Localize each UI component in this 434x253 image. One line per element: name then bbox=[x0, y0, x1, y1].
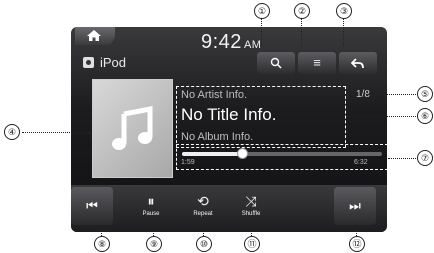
leader-4 bbox=[22, 132, 88, 133]
source-label: iPod bbox=[100, 55, 127, 70]
progress-knob[interactable] bbox=[237, 148, 248, 159]
home-button[interactable] bbox=[75, 27, 115, 45]
search-icon bbox=[270, 57, 282, 69]
callout-3: ③ bbox=[336, 3, 352, 19]
callout-11: ⑪ bbox=[244, 236, 260, 252]
source-indicator: iPod bbox=[83, 55, 126, 70]
previous-button[interactable]: ⏮ bbox=[71, 187, 113, 225]
leader-4-dot bbox=[88, 131, 91, 134]
pause-icon: ⏸ bbox=[147, 193, 155, 209]
back-button[interactable] bbox=[339, 52, 377, 74]
callout-4: ④ bbox=[4, 124, 20, 140]
album-art bbox=[92, 79, 173, 178]
title-info: No Title Info. bbox=[181, 105, 277, 124]
progress-bar[interactable] bbox=[182, 152, 382, 156]
callout-5: ⑤ bbox=[417, 86, 433, 102]
back-icon bbox=[350, 58, 364, 69]
repeat-button[interactable]: ⟲ Repeat bbox=[183, 193, 223, 217]
progress-fill bbox=[182, 152, 242, 156]
ipod-icon bbox=[83, 57, 94, 68]
artist-info: No Artist Info. bbox=[181, 89, 248, 101]
callout-12: ⑫ bbox=[349, 236, 365, 252]
callout-7: ⑦ bbox=[417, 150, 433, 166]
progress-highlight bbox=[176, 144, 387, 170]
callout-9: ⑨ bbox=[146, 236, 162, 252]
pause-button[interactable]: ⏸ Pause bbox=[131, 193, 171, 217]
callout-10: ⑩ bbox=[196, 236, 212, 252]
home-icon bbox=[87, 30, 101, 41]
callout-8: ⑧ bbox=[94, 236, 110, 252]
album-info: No Album Info. bbox=[181, 131, 254, 143]
total-time: 6:32 bbox=[354, 159, 368, 166]
music-note-icon bbox=[112, 106, 153, 150]
repeat-label: Repeat bbox=[193, 211, 213, 217]
leader-6 bbox=[346, 116, 418, 117]
next-icon: ⏭ bbox=[349, 198, 361, 213]
shuffle-label: Shuffle bbox=[241, 211, 261, 217]
leader-5 bbox=[368, 94, 416, 95]
callout-1: ① bbox=[254, 3, 270, 19]
callout-6: ⑥ bbox=[417, 108, 433, 124]
clock-time: 9:42 bbox=[201, 31, 242, 53]
menu-icon: ≡ bbox=[313, 55, 321, 70]
search-button[interactable] bbox=[257, 52, 295, 74]
shuffle-button[interactable]: ⤨ Shuffle bbox=[231, 193, 271, 217]
ipod-screen: 9:42 AM iPod ≡ No Artist Info. No Title I… bbox=[71, 27, 387, 232]
leader-2 bbox=[301, 18, 302, 46]
repeat-icon: ⟲ bbox=[197, 193, 209, 209]
next-button[interactable]: ⏭ bbox=[334, 187, 376, 225]
leader-1 bbox=[261, 18, 262, 46]
pause-label: Pause bbox=[142, 211, 160, 217]
elapsed-time: 1:59 bbox=[181, 159, 195, 166]
callout-2: ② bbox=[294, 3, 310, 19]
previous-icon: ⏮ bbox=[86, 198, 98, 213]
leader-3 bbox=[343, 18, 344, 46]
menu-button[interactable]: ≡ bbox=[298, 52, 336, 74]
clock-ampm: AM bbox=[243, 39, 262, 51]
leader-7 bbox=[388, 158, 418, 159]
shuffle-icon: ⤨ bbox=[245, 193, 257, 209]
clock: 9:42 AM bbox=[201, 31, 261, 54]
